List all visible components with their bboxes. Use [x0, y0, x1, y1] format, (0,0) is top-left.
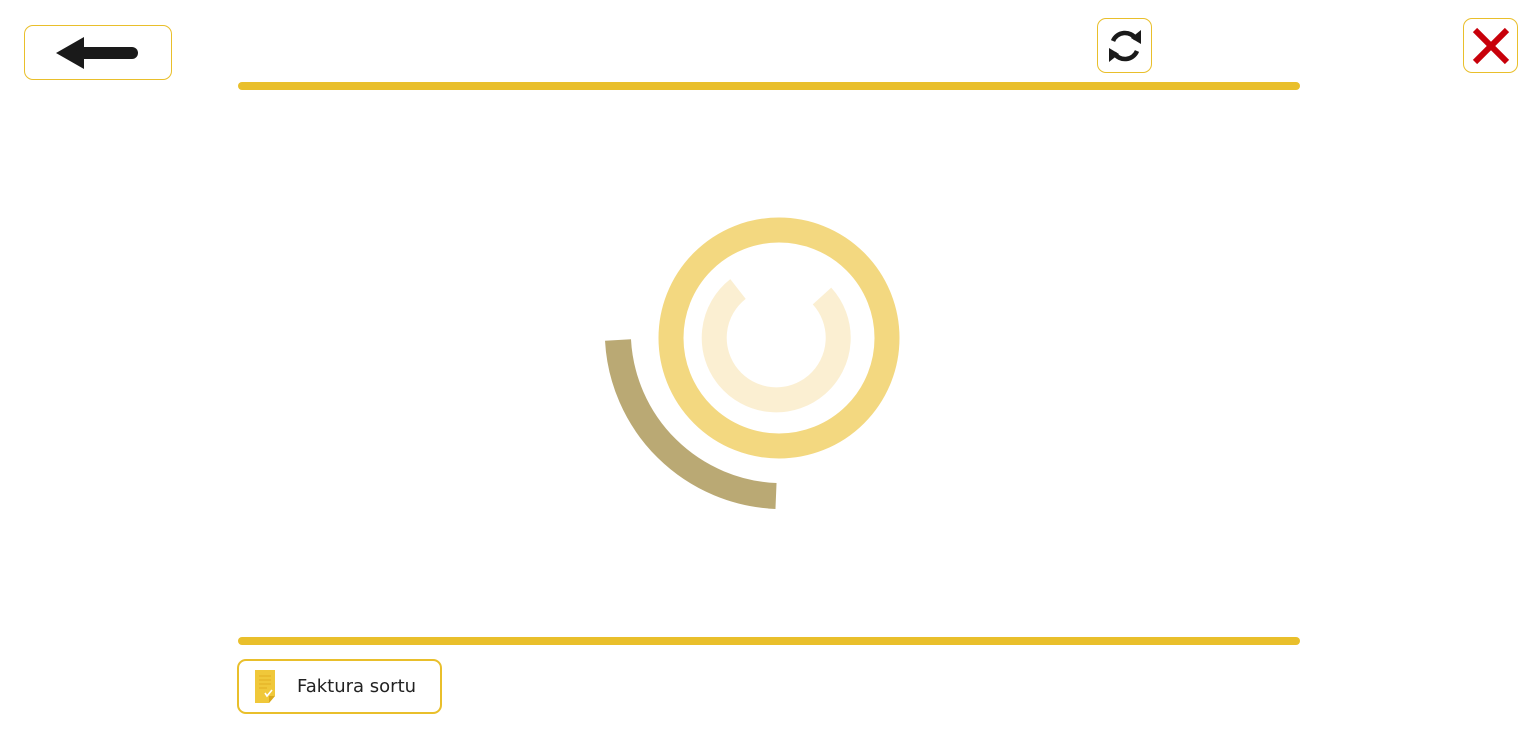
close-icon [1472, 27, 1509, 64]
refresh-icon [1108, 29, 1141, 62]
arrow-left-icon [56, 36, 138, 69]
close-button[interactable] [1463, 18, 1518, 73]
create-invoice-button[interactable]: Faktura sortu [237, 659, 442, 714]
bottom-divider [238, 637, 1300, 645]
loading-spinner-icon [600, 212, 905, 514]
top-divider [238, 82, 1300, 90]
document-icon [255, 670, 275, 703]
create-invoice-label: Faktura sortu [297, 676, 417, 697]
refresh-button[interactable] [1097, 18, 1152, 73]
back-button[interactable] [24, 25, 172, 80]
